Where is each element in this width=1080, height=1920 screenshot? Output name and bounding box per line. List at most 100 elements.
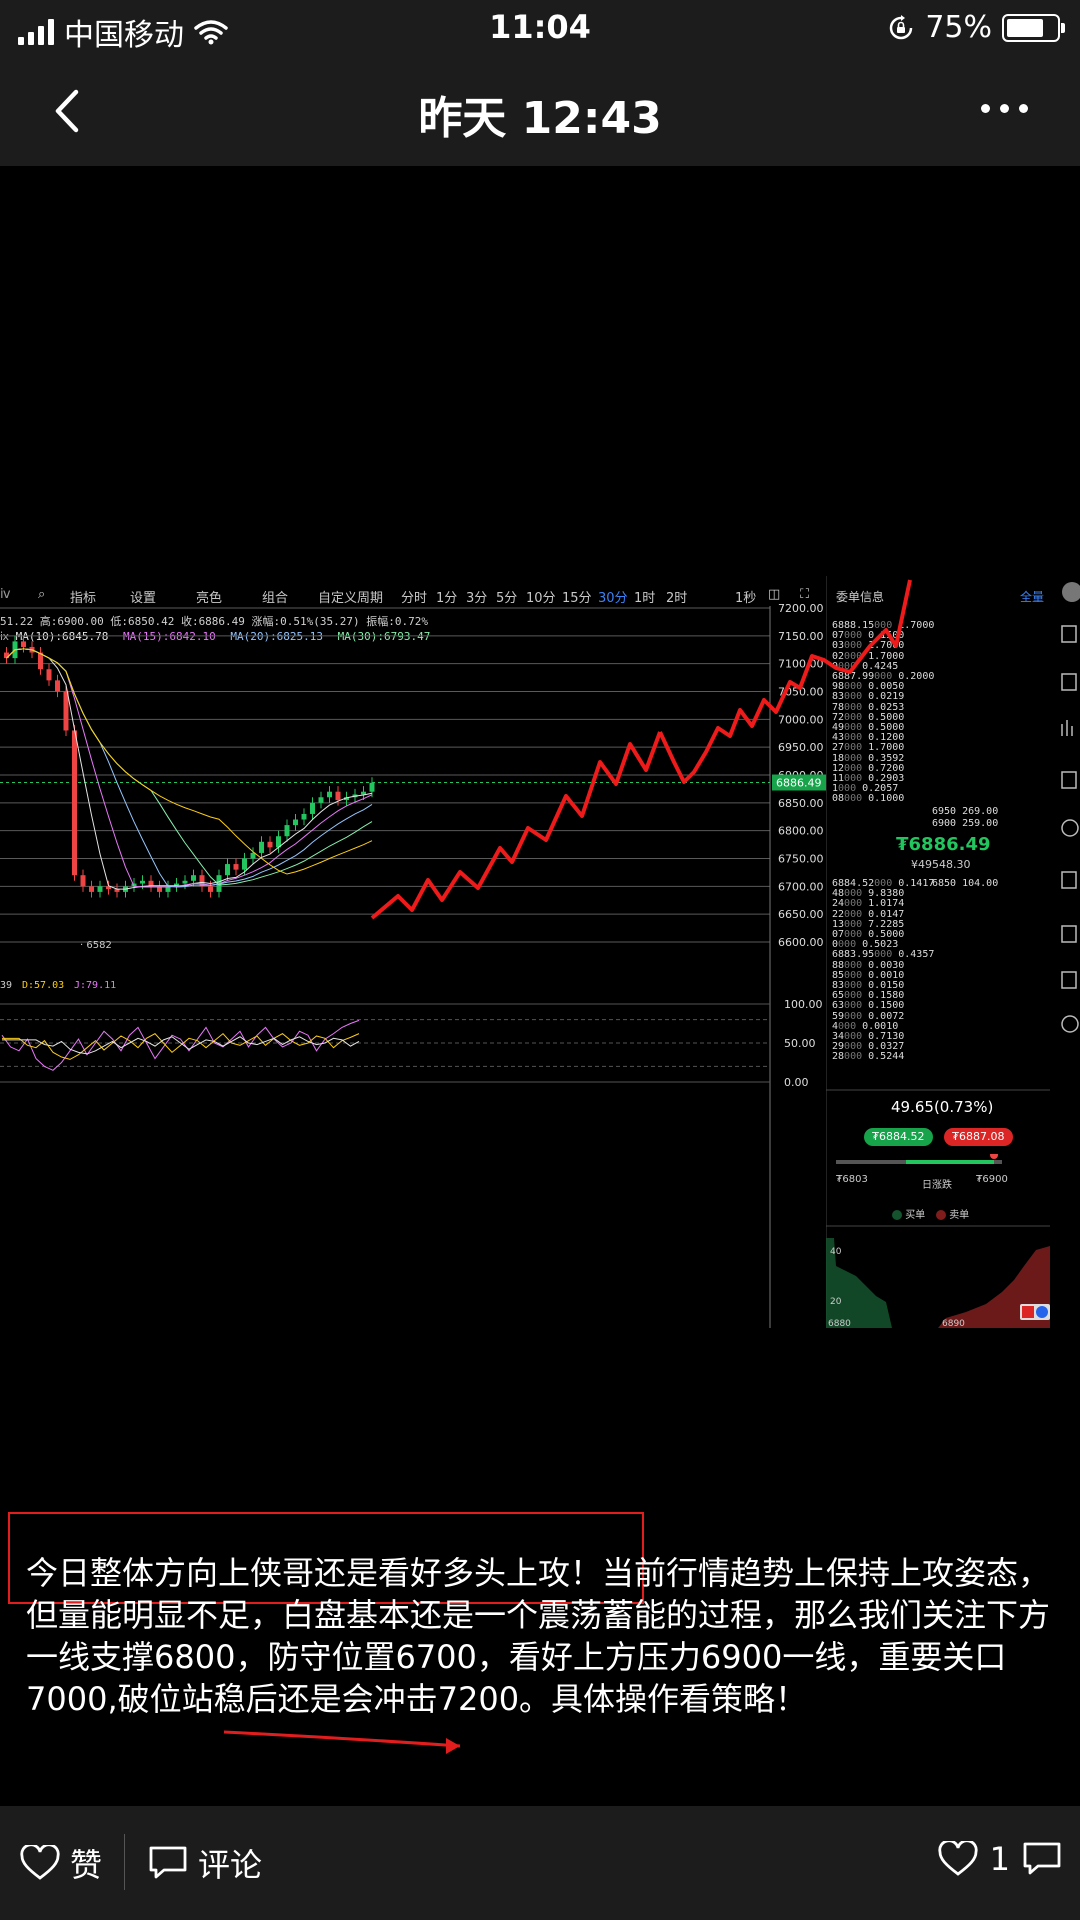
price-tick-label: 6650.00 <box>778 908 824 921</box>
price-tick-label: 6800.00 <box>778 825 824 838</box>
bottom-divider <box>124 1834 125 1890</box>
candle-body <box>97 886 103 892</box>
candle-body <box>242 858 247 870</box>
ma-line <box>6 648 373 875</box>
candle-body <box>63 691 69 731</box>
kdj-d-label: D:57.03 <box>22 980 64 991</box>
svg-text:40: 40 <box>830 1247 842 1257</box>
depth-left-label: 6880 <box>828 1319 851 1328</box>
comment-label: 评论 <box>198 1846 263 1884</box>
kline-chart: 7200.00 7150.00 7100.00 7050.00 7000.00 6950.… <box>0 602 826 1328</box>
price-tick-label: 7100.00 <box>778 658 824 671</box>
page-title: 昨天 12:43 <box>418 93 662 144</box>
order-suffix: 000 <box>844 793 863 805</box>
order-amount: 0.1000 <box>862 793 905 805</box>
battery-percent: 75% <box>925 10 992 45</box>
order-price: 08 <box>832 793 845 805</box>
like-label: 赞 <box>70 1846 103 1884</box>
candle-body <box>284 825 290 837</box>
candle-body <box>327 791 332 798</box>
kdj-tick-label: 0.00 <box>784 1076 809 1089</box>
candle-body <box>21 641 26 647</box>
range-high: ₮6900 <box>976 1174 1008 1185</box>
chart-image: ⅳ ⌕ 指标 设置 亮色 组合 自定义周期 分时 1分 3分 5分 10分 15… <box>0 576 1080 1328</box>
svg-text:20: 20 <box>830 1297 842 1307</box>
price-tick-label: 6700.00 <box>778 880 824 893</box>
ask-pill: ₮6887.08 <box>944 1128 1013 1146</box>
kdj-prefix: 39 <box>0 980 12 991</box>
order-amount: 0.5244 <box>862 1051 905 1063</box>
candle-body <box>301 813 307 820</box>
order-book-all-tab[interactable]: 全量 <box>1020 588 1044 605</box>
status-right: 75% <box>887 10 1065 45</box>
candle-body <box>55 680 60 692</box>
candle-body <box>293 819 298 826</box>
price-change: 49.65(0.73%) <box>891 1098 994 1116</box>
battery-icon <box>1002 13 1065 42</box>
candle-body <box>318 797 324 803</box>
candle-body <box>369 782 375 792</box>
legend-buy: 买单 <box>892 1206 925 1221</box>
price-tick-label: 7150.00 <box>778 630 824 643</box>
candle-body <box>250 852 256 859</box>
rotation-lock-icon <box>890 14 913 39</box>
comment-count-icon[interactable] <box>1022 1841 1062 1877</box>
candle-body <box>89 886 94 892</box>
forecast-zigzag <box>370 731 662 920</box>
bottom-right-stats: 1 <box>938 1840 1062 1878</box>
red-arrow-annotation <box>224 1730 461 1754</box>
bid-pill: ₮6884.52 <box>864 1128 933 1146</box>
depth-chart: 40 20 6880 6890 <box>826 1238 1050 1328</box>
low-price-label: · 6582 <box>80 940 112 951</box>
price-tick-label: 6750.00 <box>778 853 824 866</box>
like-count: 1 <box>989 1840 1010 1878</box>
order-row: 08000 0.1000 <box>832 793 904 804</box>
legend-sell: 卖单 <box>936 1206 969 1221</box>
order-price: 28 <box>832 1051 845 1063</box>
price-tick-label: 7200.00 <box>778 602 824 615</box>
range-low: ₮6803 <box>836 1174 868 1185</box>
range-title: 日涨跌 <box>922 1180 952 1191</box>
last-price: ₮6886.49 <box>896 834 991 855</box>
side-volume-row: 6950 269.00 <box>932 806 999 817</box>
candle-body <box>182 880 188 884</box>
comment-button[interactable]: 评论 <box>148 1840 262 1886</box>
more-button[interactable] <box>981 104 1028 113</box>
last-price-cny: ¥49548.30 <box>911 858 971 871</box>
current-price-label: 6886.49 <box>776 777 822 790</box>
comment-icon <box>149 1846 187 1879</box>
price-tick-label: 6850.00 <box>778 797 824 810</box>
candle-body <box>72 730 77 876</box>
candle-body <box>225 864 230 876</box>
nav-bar: 昨天 12:43 <box>0 54 1080 166</box>
candle-body <box>259 841 264 853</box>
price-tick-label: 7000.00 <box>778 713 824 726</box>
candle-body <box>310 802 315 814</box>
order-book-title: 委单信息 <box>836 590 885 604</box>
order-suffix: 000 <box>844 1051 863 1063</box>
like-button[interactable]: 赞 <box>20 1840 102 1886</box>
side-volume-row: 6900 259.00 <box>932 818 999 829</box>
order-book-panel: 委单信息 全量 6888.15000 1.7000 07000 0.1500 0… <box>660 576 1050 1328</box>
candle-body <box>208 886 213 892</box>
ma-line <box>6 648 373 888</box>
side-tool-strip <box>1061 582 1080 1033</box>
ma-line <box>6 648 373 886</box>
kdj-line <box>2 1032 360 1060</box>
like-count-icon[interactable] <box>938 1841 978 1877</box>
kdj-tick-label: 100.00 <box>784 998 823 1011</box>
post-text: 今日整体方向上侠哥还是看好多头上攻！当前行情趋势上保持上攻姿态，但量能明显不足，… <box>26 1554 1051 1718</box>
candle-body <box>335 791 341 801</box>
depth-right-label: 6890 <box>942 1319 965 1328</box>
candle-body <box>80 875 86 887</box>
candle-body <box>140 880 145 884</box>
candle-body <box>191 875 196 881</box>
ma-line <box>6 648 373 888</box>
candle-body <box>46 669 52 681</box>
price-tick-label: 7050.00 <box>778 686 824 699</box>
status-bar: 中国移动 11:04 75% <box>0 0 1080 54</box>
price-tick-label: 6950.00 <box>778 741 824 754</box>
heart-icon <box>20 1845 60 1880</box>
kdj-tick-label: 50.00 <box>784 1037 816 1050</box>
kdj-j-label: J:79.11 <box>74 980 116 991</box>
